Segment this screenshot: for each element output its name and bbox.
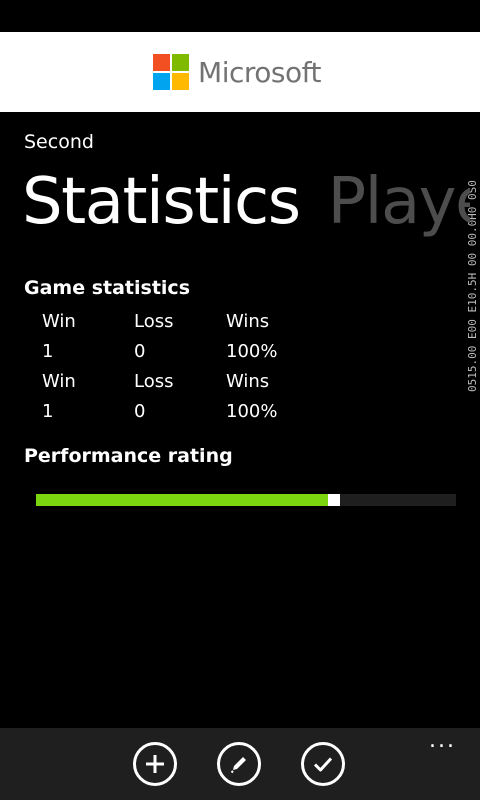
pivot-item-statistics[interactable]: Statistics [22, 165, 301, 239]
check-button[interactable] [301, 742, 345, 786]
pivot-item-player[interactable]: Player [328, 165, 470, 239]
stat-cell: 100% [226, 341, 278, 362]
stat-cell: Wins [226, 371, 270, 392]
performance-bar-indicator [328, 494, 340, 506]
more-options-ellipsis-icon[interactable]: ... [429, 728, 456, 754]
stat-cell: Win [42, 371, 76, 392]
add-icon [146, 755, 164, 773]
stat-cell: 1 [42, 401, 54, 422]
performance-rating-title: Performance rating [24, 445, 233, 467]
stat-cell: Loss [134, 311, 174, 332]
stat-cell: 1 [42, 341, 54, 362]
stat-cell: 0 [134, 401, 146, 422]
performance-bar-fill [36, 494, 328, 506]
pivot-header: Statistics Player [0, 0, 470, 260]
game-statistics-title: Game statistics [24, 277, 190, 299]
performance-rating-bar [36, 494, 456, 506]
edit-icon [230, 757, 246, 774]
stat-cell: Wins [226, 311, 270, 332]
edit-button[interactable] [217, 742, 261, 786]
stat-cell: Win [42, 311, 76, 332]
stat-cell: 100% [226, 401, 278, 422]
stat-cell: 0 [134, 341, 146, 362]
application-bar: ... [0, 728, 480, 800]
stat-cell: Loss [134, 371, 174, 392]
check-icon [313, 757, 333, 772]
add-button[interactable] [133, 742, 177, 786]
